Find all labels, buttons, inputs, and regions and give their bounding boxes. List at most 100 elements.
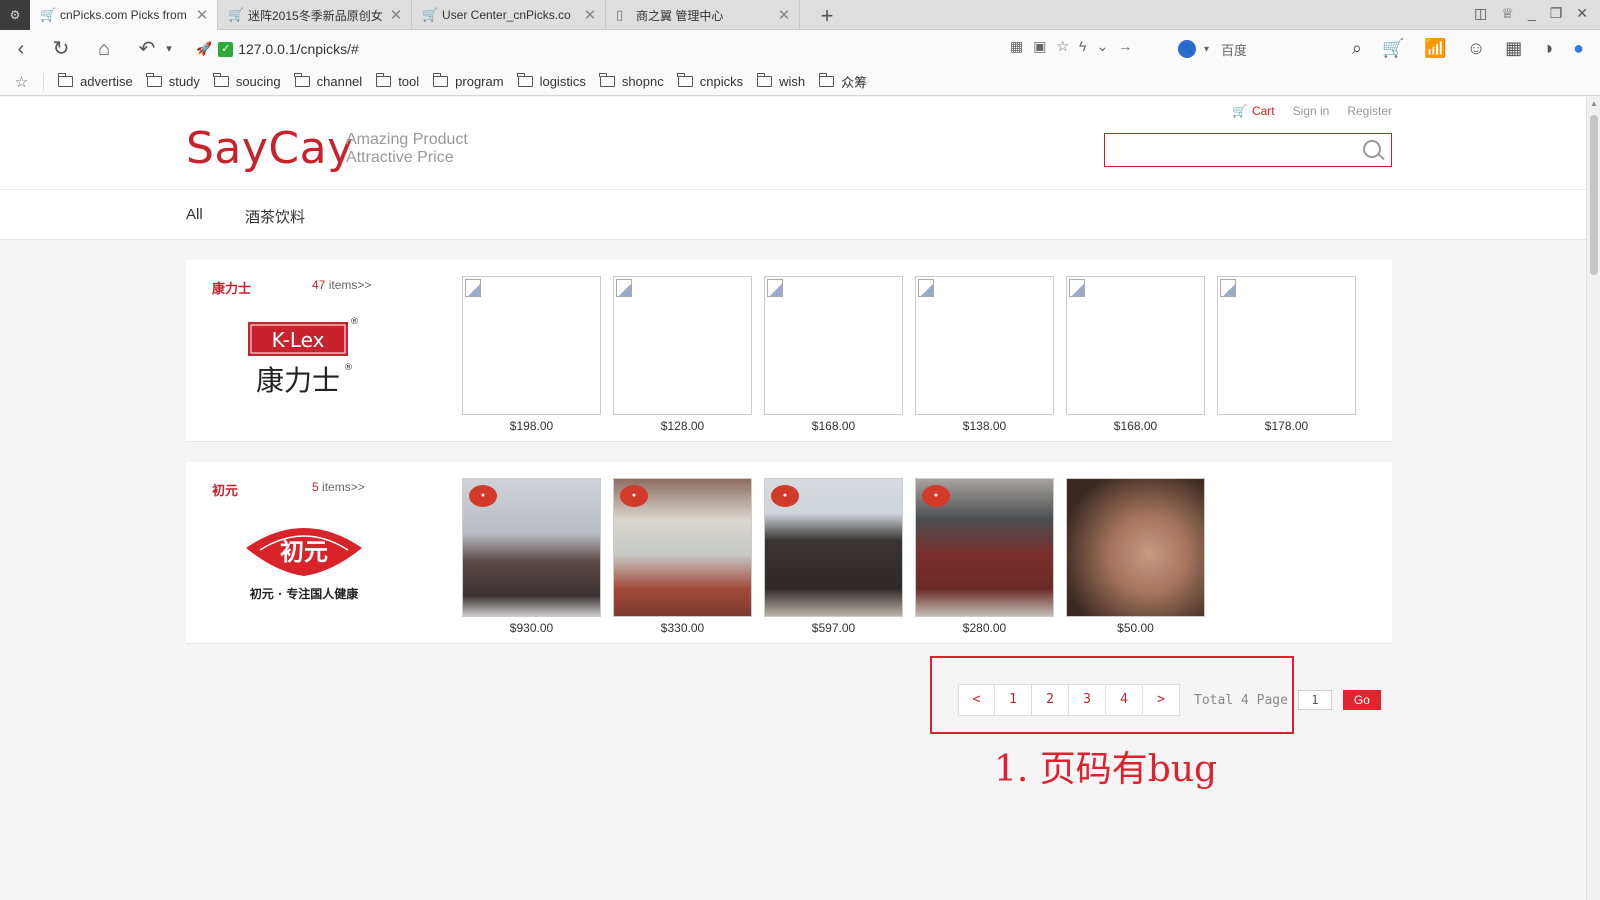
product-image[interactable] <box>613 276 752 415</box>
new-tab-button[interactable]: + <box>816 3 838 29</box>
close-icon[interactable]: ✕ <box>193 6 211 24</box>
svg-text:初元 · 专注国人健康: 初元 · 专注国人健康 <box>250 586 360 601</box>
tab-mizhen[interactable]: 🛒 迷阵2015冬季新品原创女 ✕ <box>218 0 412 30</box>
product-image[interactable] <box>1066 478 1205 617</box>
bookmark-folder[interactable]: logistics <box>517 73 586 89</box>
brand-item-count[interactable]: 5 items>> <box>312 480 365 494</box>
brand-name[interactable]: 康力士 <box>212 278 251 297</box>
brand-logo-chuyuan[interactable]: 初元 初元 · 专注国人健康 <box>238 516 370 608</box>
bookmark-folder[interactable]: wish <box>756 73 805 89</box>
brand-section: 初元 5 items>> 初元 初元 · 专注国人健康 ● $930.00 ● … <box>186 462 1392 644</box>
extension-icon[interactable]: ◑ <box>1542 38 1553 59</box>
apps-icon[interactable]: ▦ <box>1505 38 1522 59</box>
chuyuan-logo-graphic: 初元 初元 · 专注国人健康 <box>246 528 362 601</box>
tab-admin[interactable]: ▯ 商之翼 管理中心 ✕ <box>606 0 800 30</box>
url-text[interactable]: 127.0.0.1/cnpicks/# <box>238 41 359 57</box>
brand-logo-klex[interactable]: K-Lex ® 康力士 ® <box>238 314 370 406</box>
brand-name[interactable]: 初元 <box>212 480 238 499</box>
search-icon[interactable] <box>1363 140 1381 158</box>
chevron-down-icon[interactable]: ▾ <box>156 36 182 62</box>
product-card[interactable]: $168.00 <box>764 276 903 433</box>
product-card[interactable]: $168.00 <box>1066 276 1205 433</box>
signin-link[interactable]: Sign in <box>1293 104 1330 118</box>
brand-badge-icon: ● <box>922 485 950 507</box>
product-image[interactable]: ● <box>462 478 601 617</box>
product-image[interactable]: ● <box>915 478 1054 617</box>
category-drinks[interactable]: 酒茶饮料 <box>245 206 305 227</box>
restore-icon[interactable]: ❐ <box>1550 5 1563 22</box>
tab-cnpicks[interactable]: 🛒 cnPicks.com Picks from ✕ <box>30 0 218 30</box>
reader-icon[interactable]: ▣ <box>1033 38 1046 55</box>
tab-user-center[interactable]: 🛒 User Center_cnPicks.co ✕ <box>412 0 606 30</box>
bookmark-folder[interactable]: advertise <box>57 73 133 89</box>
rocket-icon: 🚀 <box>196 41 213 56</box>
site-logo[interactable]: SayCay <box>186 123 354 174</box>
bookmark-folder[interactable]: study <box>146 73 200 89</box>
product-card[interactable]: $128.00 <box>613 276 752 433</box>
bookmark-folder[interactable]: cnpicks <box>677 73 743 89</box>
bookmark-folder[interactable]: program <box>432 73 504 89</box>
skin-icon[interactable]: ♕ <box>1501 5 1514 22</box>
bookmark-folder[interactable]: tool <box>375 73 419 89</box>
product-card[interactable]: $50.00 <box>1066 478 1205 635</box>
folder-icon <box>599 73 615 87</box>
svg-text:®: ® <box>350 317 359 327</box>
product-image[interactable]: ● <box>613 478 752 617</box>
product-image[interactable] <box>915 276 1054 415</box>
cart-icon[interactable]: 🛒 <box>1382 38 1404 59</box>
bookmark-folder[interactable]: shopnc <box>599 73 664 89</box>
cart-link[interactable]: 🛒 Cart <box>1232 104 1275 118</box>
sidebar-icon[interactable]: ◫ <box>1474 5 1487 22</box>
search-icon[interactable]: ⌕ <box>1352 38 1362 59</box>
search-engine-name: 百度 <box>1221 42 1248 58</box>
scroll-up-icon[interactable]: ▲ <box>1590 99 1598 108</box>
close-window-icon[interactable]: ✕ <box>1576 5 1588 22</box>
shopping-cart-icon: 🛒 <box>40 7 57 22</box>
product-image[interactable]: ● <box>764 478 903 617</box>
category-all[interactable]: All <box>186 206 203 223</box>
folder-icon <box>375 73 392 87</box>
chevron-down-icon[interactable]: ⌄ <box>1096 38 1108 55</box>
star-icon[interactable]: ☆ <box>1056 38 1069 55</box>
qr-code-icon[interactable]: ▦ <box>1010 38 1023 55</box>
top-links: 🛒 Cart Sign in Register <box>1232 104 1392 118</box>
product-image[interactable] <box>462 276 601 415</box>
lightning-icon[interactable]: ϟ <box>1079 38 1086 55</box>
brand-item-count[interactable]: 47 items>> <box>312 278 371 292</box>
product-card[interactable]: ● $280.00 <box>915 478 1054 635</box>
page-jump-input[interactable] <box>1297 690 1332 710</box>
folder-icon <box>818 73 835 87</box>
close-icon[interactable]: ✕ <box>387 6 405 24</box>
product-card[interactable]: $138.00 <box>915 276 1054 433</box>
minimize-icon[interactable]: _ <box>1528 5 1536 22</box>
close-icon[interactable]: ✕ <box>775 6 793 24</box>
product-card[interactable]: ● $597.00 <box>764 478 903 635</box>
product-price: $128.00 <box>660 419 705 433</box>
register-link[interactable]: Register <box>1347 104 1392 118</box>
product-image[interactable] <box>764 276 903 415</box>
product-card[interactable]: $178.00 <box>1217 276 1356 433</box>
bookmark-folder[interactable]: channel <box>294 73 362 89</box>
site-search-input[interactable] <box>1109 138 1349 162</box>
browser-menu-icon[interactable]: ⚙ <box>0 0 30 30</box>
bookmark-star-icon[interactable]: ☆ <box>0 72 44 91</box>
go-button[interactable]: Go <box>1342 690 1381 710</box>
chevron-down-icon[interactable]: ▾ <box>1204 44 1209 55</box>
product-image[interactable] <box>1217 276 1356 415</box>
reload-icon[interactable]: ↻ <box>48 36 74 62</box>
product-card[interactable]: ● $330.00 <box>613 478 752 635</box>
product-card[interactable]: $198.00 <box>462 276 601 433</box>
scrollbar[interactable]: ▲ <box>1586 97 1600 900</box>
bookmark-folder[interactable]: soucing <box>213 73 281 89</box>
scroll-thumb[interactable] <box>1590 115 1598 275</box>
back-icon[interactable]: ‹ <box>8 36 34 62</box>
product-card[interactable]: ● $930.00 <box>462 478 601 635</box>
wifi-icon[interactable]: 📶 <box>1424 38 1446 59</box>
close-icon[interactable]: ✕ <box>581 6 599 24</box>
user-icon[interactable]: ☺ <box>1467 38 1485 59</box>
home-icon[interactable]: ⌂ <box>91 36 117 62</box>
forward-arrow-icon[interactable]: → <box>1118 38 1132 55</box>
browser-logo-icon[interactable]: ● <box>1573 38 1584 59</box>
product-image[interactable] <box>1066 276 1205 415</box>
bookmark-folder[interactable]: 众筹 <box>818 72 867 91</box>
